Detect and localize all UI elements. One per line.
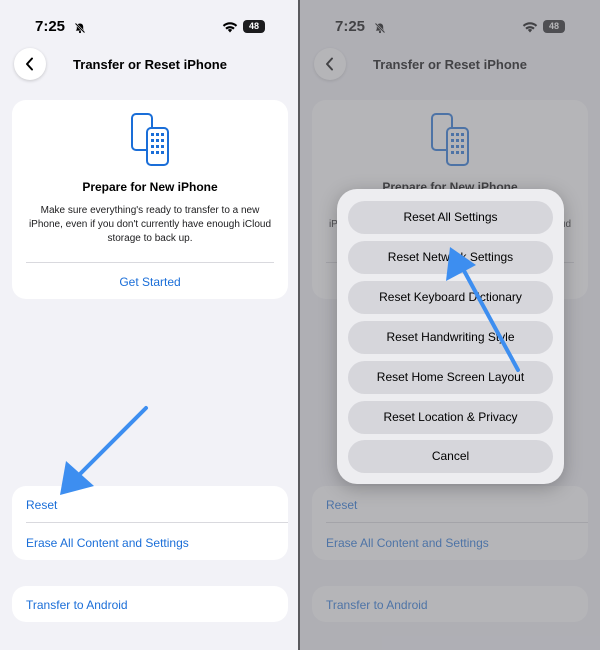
- prepare-card: Prepare for New iPhone Make sure everyth…: [12, 100, 288, 299]
- reset-row[interactable]: Reset: [26, 498, 57, 512]
- prepare-title: Prepare for New iPhone: [82, 180, 218, 194]
- wifi-icon: [222, 20, 238, 38]
- reset-all-settings-option[interactable]: Reset All Settings: [348, 201, 553, 234]
- divider: [26, 262, 274, 263]
- battery-indicator: 48: [243, 20, 265, 33]
- reset-options-menu: Reset All Settings Reset Network Setting…: [337, 189, 564, 484]
- page-title: Transfer or Reset iPhone: [73, 57, 227, 72]
- reset-keyboard-dictionary-option[interactable]: Reset Keyboard Dictionary: [348, 281, 553, 314]
- reset-network-settings-option[interactable]: Reset Network Settings: [348, 241, 553, 274]
- reset-section: Reset Erase All Content and Settings: [12, 486, 288, 560]
- reset-home-screen-layout-option[interactable]: Reset Home Screen Layout: [348, 361, 553, 394]
- erase-all-row[interactable]: Erase All Content and Settings: [26, 536, 189, 550]
- screen-divider: [298, 0, 300, 650]
- transfer-android-section: Transfer to Android: [12, 586, 288, 622]
- status-time: 7:25: [35, 18, 66, 35]
- transfer-phones-icon: [130, 112, 170, 173]
- right-screen: 7:25 48 Transfer or Reset iPhone Prepare…: [300, 0, 600, 650]
- silent-bell-icon: [74, 21, 86, 39]
- left-screen: 7:25 48 Transfer or Reset iPhone Prepare…: [0, 0, 300, 650]
- status-bar: 7:25 48: [0, 16, 300, 38]
- divider: [26, 522, 288, 523]
- transfer-android-row[interactable]: Transfer to Android: [26, 598, 128, 612]
- reset-handwriting-style-option[interactable]: Reset Handwriting Style: [348, 321, 553, 354]
- reset-location-privacy-option[interactable]: Reset Location & Privacy: [348, 401, 553, 434]
- get-started-link[interactable]: Get Started: [12, 275, 288, 289]
- cancel-option[interactable]: Cancel: [348, 440, 553, 473]
- prepare-description: Make sure everything's ready to transfer…: [28, 205, 272, 244]
